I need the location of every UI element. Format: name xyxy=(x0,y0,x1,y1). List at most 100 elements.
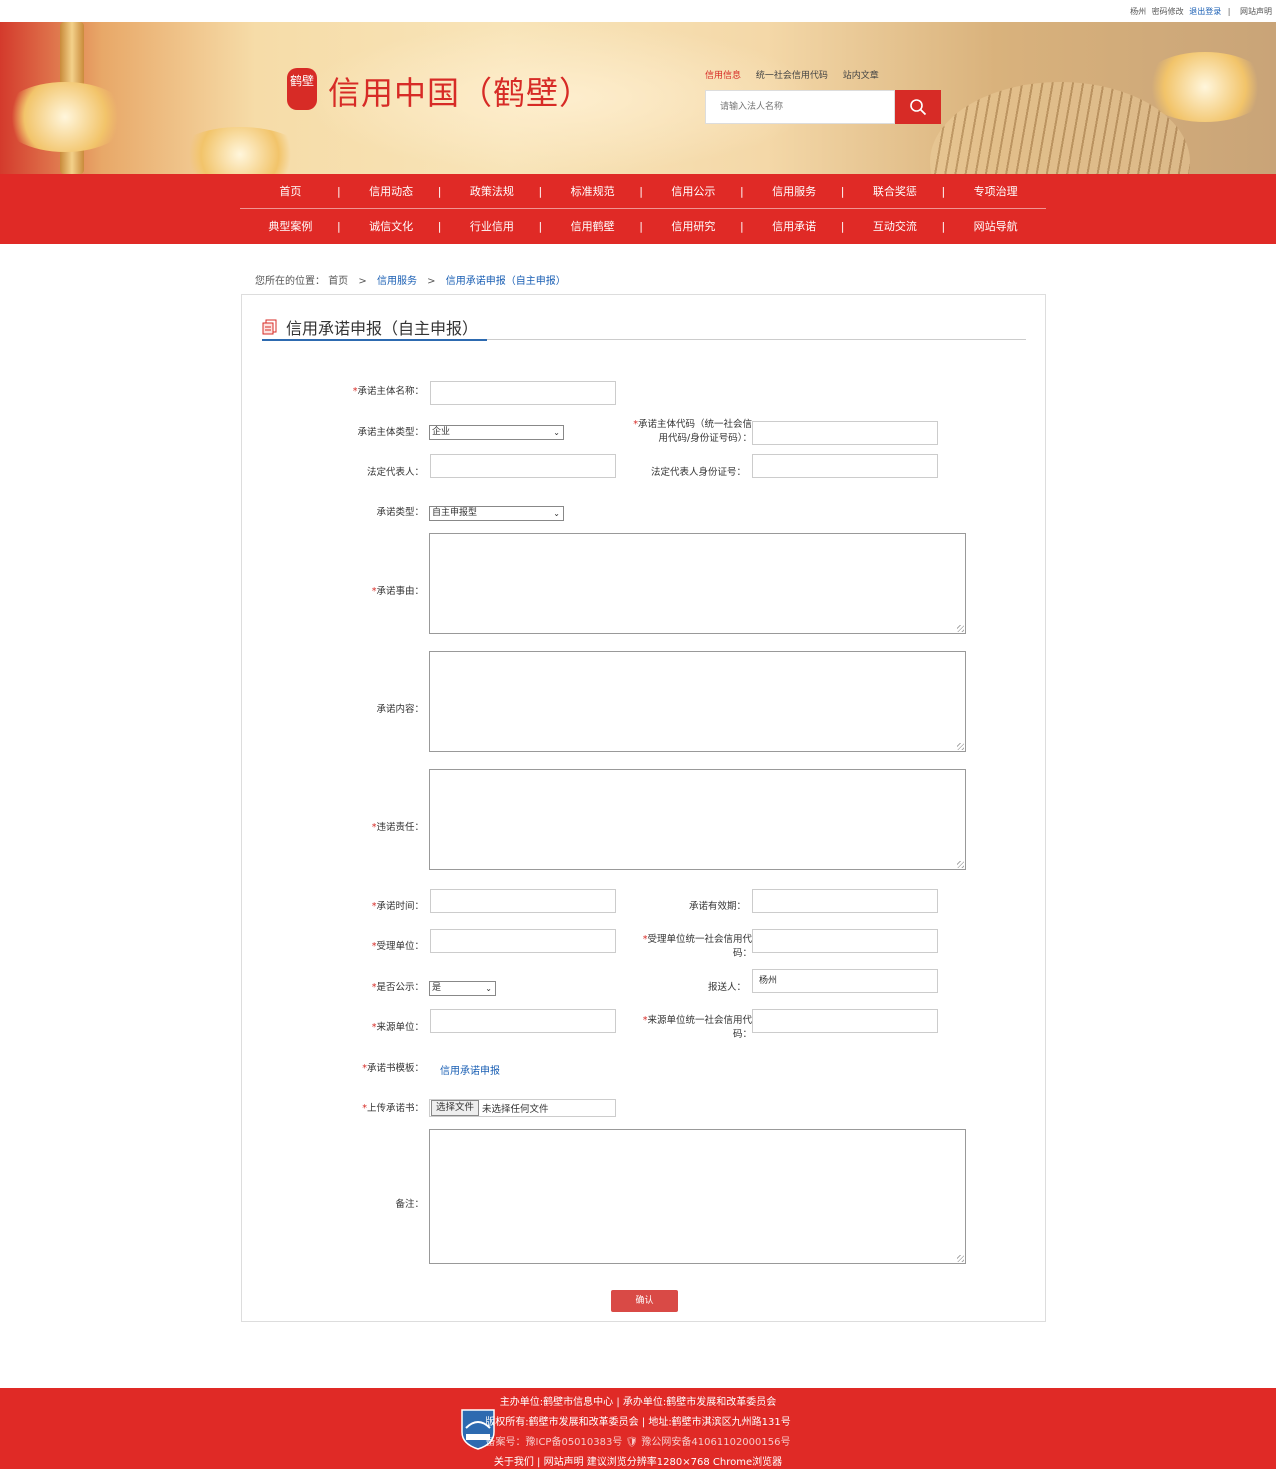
valid-period-label: 承诺有效期： xyxy=(688,901,746,912)
nav-item-joint-rewards[interactable]: 联合奖惩 | xyxy=(845,174,945,208)
site-title[interactable]: 信用中国（鹤壁） xyxy=(328,68,592,114)
reason-textarea[interactable] xyxy=(429,533,966,634)
subject-code-input[interactable] xyxy=(752,421,938,445)
breadcrumb-prefix: 您所在的位置： xyxy=(255,276,325,287)
cloud-decoration xyxy=(175,127,305,174)
commit-time-label: *承诺时间： xyxy=(371,901,424,912)
subject-type-label: 承诺主体类型： xyxy=(357,427,424,438)
nav-item-integrity-culture[interactable]: 诚信文化 | xyxy=(341,209,441,244)
resize-handle-icon[interactable] xyxy=(957,861,964,868)
accept-code-label: *受理单位统一社会信用代 码： xyxy=(642,934,752,959)
nav-item-policies[interactable]: 政策法规 | xyxy=(442,174,542,208)
form-panel: 信用承诺申报（自主申报） *承诺主体名称： 承诺主体类型： 企业 ⌄ *承诺主体代… xyxy=(241,294,1046,1322)
search-button[interactable] xyxy=(895,90,941,124)
nav-item-credit-hebi[interactable]: 信用鹤壁 | xyxy=(542,209,643,244)
nav-item-credit-news[interactable]: 信用动态 | xyxy=(341,174,441,208)
breadcrumb: 您所在的位置： 首页 > 信用服务 > 信用承诺申报（自主申报） xyxy=(255,276,566,287)
cloud-decoration xyxy=(1140,52,1270,122)
footer-copyright: 版权所有:鹤壁市发展和改革委员会 | 地址:鹤壁市淇滨区九州路131号 xyxy=(485,1417,791,1428)
upload-label: *上传承诺书： xyxy=(362,1103,424,1114)
source-code-input[interactable] xyxy=(752,1009,938,1033)
footer-links[interactable]: 关于我们 | 网站声明 建议浏览分辨率1280×768 Chrome浏览器 xyxy=(0,1453,1276,1468)
search-tab-credit-code[interactable]: 统一社会信用代码 xyxy=(756,71,828,81)
commit-time-input[interactable] xyxy=(430,889,616,913)
nav-item-credit-research[interactable]: 信用研究 | xyxy=(643,209,743,244)
top-bar: 杨州 密码修改 退出登录 | 网站声明 xyxy=(0,0,1276,22)
accept-unit-label: *受理单位： xyxy=(371,941,424,952)
nav-item-special-governance[interactable]: 专项治理 xyxy=(945,174,1046,208)
statement-link[interactable]: 网站声明 xyxy=(1240,7,1272,16)
liability-textarea[interactable] xyxy=(429,769,966,870)
header-banner xyxy=(0,22,1276,174)
source-code-label: *来源单位统一社会信用代 码： xyxy=(642,1015,752,1040)
nav-item-interaction[interactable]: 互动交流 | xyxy=(845,209,945,244)
legal-rep-id-input[interactable] xyxy=(752,454,938,478)
breadcrumb-credit-services[interactable]: 信用服务 xyxy=(377,276,417,287)
breadcrumb-home[interactable]: 首页 xyxy=(328,276,348,287)
search-input[interactable] xyxy=(706,91,894,123)
accept-code-input[interactable] xyxy=(752,929,938,953)
chevron-down-icon: ⌄ xyxy=(553,428,560,437)
resize-handle-icon[interactable] xyxy=(957,625,964,632)
subject-type-select[interactable]: 企业 ⌄ xyxy=(429,425,564,440)
subject-code-label: *承诺主体代码（统一社会信 用代码/身份证号码）： xyxy=(633,419,752,444)
nav-item-credit-services[interactable]: 信用服务 | xyxy=(744,174,844,208)
document-icon xyxy=(262,319,277,335)
footer-icp[interactable]: 备案号：豫ICP备05010383号 🛡 豫公网安备41061102000156… xyxy=(0,1433,1276,1448)
cloud-decoration xyxy=(0,82,130,152)
template-download-link[interactable]: 信用承诺申报 xyxy=(440,1062,500,1077)
commit-type-label: 承诺类型： xyxy=(376,507,424,518)
liability-label: *违诺责任： xyxy=(371,822,424,833)
subject-name-input[interactable] xyxy=(430,381,616,405)
publicize-select[interactable]: 是 ⌄ xyxy=(429,981,496,996)
reporter-input[interactable]: 杨州 xyxy=(752,969,938,993)
chevron-down-icon: ⌄ xyxy=(485,984,492,993)
nav-item-industry-credit[interactable]: 行业信用 | xyxy=(442,209,542,244)
nav-item-site-nav[interactable]: 网站导航 xyxy=(945,209,1046,244)
nav-item-credit-publicity[interactable]: 信用公示 | xyxy=(643,174,743,208)
source-unit-input[interactable] xyxy=(430,1009,616,1033)
file-status: 未选择任何文件 xyxy=(482,1104,549,1115)
user-links: 杨州 密码修改 退出登录 | 网站声明 xyxy=(1127,6,1272,17)
legal-rep-input[interactable] xyxy=(430,454,616,478)
nav-row-2: 典型案例 | 诚信文化 | 行业信用 | 信用鹤壁 | 信用研究 | 信用承诺 | 互动交流… xyxy=(240,209,1046,244)
nav-item-credit-commitment[interactable]: 信用承诺 | xyxy=(744,209,844,244)
divider: | xyxy=(1227,7,1231,16)
password-change-link[interactable]: 密码修改 xyxy=(1152,7,1184,16)
search-icon xyxy=(910,99,927,116)
accept-unit-input[interactable] xyxy=(430,929,616,953)
search-tab-articles[interactable]: 站内文章 xyxy=(843,71,879,81)
publicize-label: *是否公示： xyxy=(371,982,424,993)
logo-seal: 鹤壁 xyxy=(287,68,317,110)
reason-label: *承诺事由： xyxy=(371,586,424,597)
breadcrumb-current[interactable]: 信用承诺申报（自主申报） xyxy=(446,276,566,287)
username: 杨州 xyxy=(1130,7,1147,16)
resize-handle-icon[interactable] xyxy=(957,743,964,750)
main-nav: 首页 | 信用动态 | 政策法规 | 标准规范 | 信用公示 | 信用服务 | 联合奖惩 | … xyxy=(0,174,1276,244)
remark-textarea[interactable] xyxy=(429,1129,966,1264)
search-tabs: 信用信息 统一社会信用代码 站内文章 xyxy=(705,68,891,81)
content-textarea[interactable] xyxy=(429,651,966,752)
reporter-label: 报送人： xyxy=(707,982,746,993)
legal-rep-id-label: 法定代表人身份证号： xyxy=(650,467,746,478)
nav-item-standards[interactable]: 标准规范 | xyxy=(542,174,643,208)
confirm-button[interactable]: 确认 xyxy=(611,1290,678,1312)
footer-organizers: 主办单位:鹤壁市信息中心 | 承办单位:鹤壁市发展和改革委员会 xyxy=(499,1397,777,1408)
subject-name-label: *承诺主体名称： xyxy=(352,386,424,397)
upload-file-input[interactable]: 选择文件 未选择任何文件 xyxy=(429,1099,616,1117)
valid-period-input[interactable] xyxy=(752,889,938,913)
nav-row-1: 首页 | 信用动态 | 政策法规 | 标准规范 | 信用公示 | 信用服务 | 联合奖惩 | … xyxy=(240,174,1046,209)
logout-link[interactable]: 退出登录 xyxy=(1189,7,1221,16)
nav-item-cases[interactable]: 典型案例 | xyxy=(240,209,340,244)
chevron-down-icon: ⌄ xyxy=(553,509,560,518)
panel-title: 信用承诺申报（自主申报） xyxy=(286,319,479,338)
resize-handle-icon[interactable] xyxy=(957,1255,964,1262)
choose-file-button[interactable]: 选择文件 xyxy=(431,1100,480,1116)
nav-item-home[interactable]: 首页 | xyxy=(240,174,340,208)
template-label: *承诺书模板： xyxy=(362,1063,424,1074)
source-unit-label: *来源单位： xyxy=(371,1022,424,1033)
commit-type-select[interactable]: 自主申报型 ⌄ xyxy=(429,506,564,521)
content-label: 承诺内容： xyxy=(376,704,424,715)
search-tab-credit-info[interactable]: 信用信息 xyxy=(705,71,741,81)
footer: 主办单位:鹤壁市信息中心 | 承办单位:鹤壁市发展和改革委员会 版权所有:鹤壁市… xyxy=(0,1388,1276,1469)
